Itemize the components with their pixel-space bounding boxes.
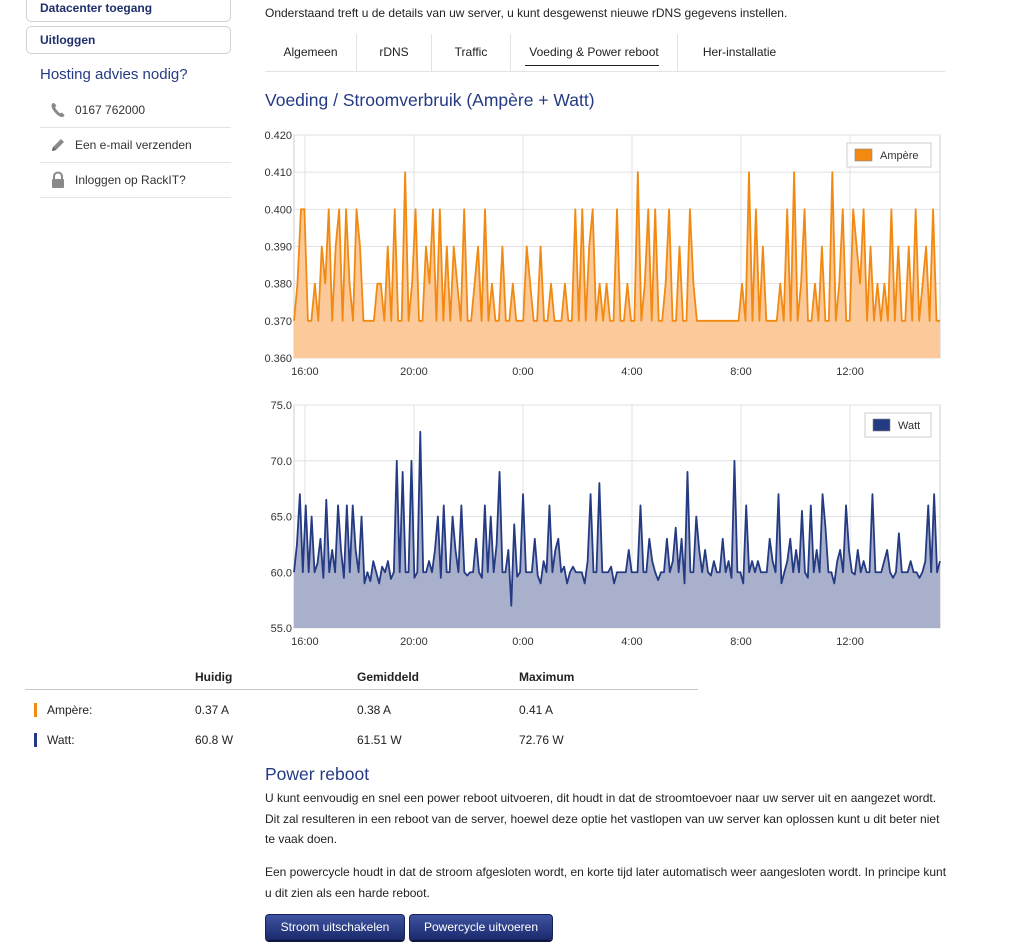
watt-y-tick-label: 65.0 (271, 512, 292, 524)
stats-ampere-average: 0.38 A (357, 703, 392, 717)
watt-x-tick-label: 8:00 (730, 636, 751, 648)
ampere-x-tick-label: 4:00 (621, 366, 642, 378)
power-reboot-text-line: te vaak doen. (265, 832, 338, 846)
ampere-y-tick-label: 0.400 (264, 204, 292, 216)
hosting-advice-title: Hosting advies nodig? (40, 66, 188, 83)
stats-ampere-maximum: 0.41 A (519, 703, 554, 717)
watt-y-tick-label: 75.0 (271, 400, 292, 412)
watt-y-tick-label: 55.0 (271, 623, 292, 635)
powercycle-button[interactable]: Powercycle uitvoeren (409, 914, 553, 940)
ampere-y-tick-label: 0.370 (264, 316, 292, 328)
powercycle-text-line: Een powercycle houdt in dat de stroom af… (265, 865, 947, 879)
powercycle-text-line: u dit zien als een harde reboot. (265, 885, 430, 900)
ampere-x-tick-label: 20:00 (400, 366, 428, 378)
ampere-y-tick-label: 0.410 (264, 167, 292, 179)
ampere-legend-label: Ampère (880, 150, 919, 162)
stats-row-ampere: Ampère: 0.37 A 0.38 A 0.41 A (25, 693, 698, 723)
watt-y-tick-label: 60.0 (271, 567, 292, 579)
watt-x-tick-label: 4:00 (621, 636, 642, 648)
contact-email[interactable]: Een e-mail verzenden (40, 128, 231, 163)
ampere-chart: 0.420 0.410 0.400 0.390 0.380 0.370 0.36016:00… (264, 130, 941, 378)
power-stats-table: Huidig Gemiddeld Maximum Ampère: 0.37 A … (25, 664, 698, 753)
watt-y-tick-label: 70.0 (271, 456, 292, 468)
power-reboot-text-line: Dit zal resulteren in een reboot van de … (265, 811, 940, 826)
power-off-button[interactable]: Stroom uitschakelen (265, 914, 405, 940)
ampere-y-tick-label: 0.360 (264, 353, 292, 365)
contact-rackit[interactable]: Inloggen op RackIT? (40, 163, 231, 198)
power-reboot-title: Power reboot (265, 764, 370, 784)
watt-legend-swatch (872, 418, 891, 432)
contact-email-label: Een e-mail verzenden (75, 137, 192, 152)
watt-chart-container: 75.0 70.0 65.0 60.0 55.0 16:00 20:00 0:00 4:00 8:… (245, 394, 950, 659)
stats-header-maximum: Maximum (519, 670, 575, 684)
stats-row-watt: Watt: 60.8 W 61.51 W 72.76 W (25, 723, 698, 753)
stats-header-row: Huidig Gemiddeld Maximum (25, 664, 698, 690)
server-tabs: Algemeen rDNS Traffic Voeding & Power re… (265, 34, 945, 72)
sidebar: Datacenter toegang Uitloggen Hosting adv… (26, 0, 231, 198)
ampere-x-tick-label: 0:00 (512, 366, 533, 378)
watt-legend-label: Watt (898, 420, 920, 432)
watt-swatch (34, 733, 37, 747)
hosting-advice-panel: Hosting advies nodig? 0167 762000 Een e-… (40, 66, 231, 198)
power-usage-title: Voeding / Stroomverbruik (Ampère + Watt) (265, 90, 595, 110)
pencil-icon (40, 136, 75, 154)
contact-rackit-label: Inloggen op RackIT? (75, 172, 186, 187)
contact-phone[interactable]: 0167 762000 (40, 93, 231, 128)
ampere-y-tick-label: 0.420 (264, 130, 292, 142)
tab-voeding-power-reboot[interactable]: Voeding & Power reboot (511, 34, 678, 72)
watt-x-tick-label: 16:00 (291, 636, 319, 648)
tab-rdns[interactable]: rDNS (357, 34, 432, 72)
watt-x-tick-label: 0:00 (512, 636, 533, 648)
intro-text: Onderstaand treft u de details van uw se… (265, 6, 788, 20)
watt-x-tick-label: 20:00 (400, 636, 428, 648)
power-reboot-text-line: U kunt eenvoudig en snel een power reboo… (265, 791, 937, 805)
ampere-chart-container: 0.420 0.410 0.400 0.390 0.380 0.370 0.360 16:00… (245, 124, 950, 389)
lock-icon (40, 171, 75, 189)
ampere-y-tick-label: 0.380 (264, 279, 292, 291)
contact-phone-label: 0167 762000 (75, 102, 146, 117)
powercycle-description: Een powercycle houdt in dat de stroom af… (265, 862, 950, 903)
ampere-legend-swatch (854, 148, 873, 162)
stats-header-average: Gemiddeld (357, 670, 420, 684)
tab-her-installatie[interactable]: Her-installatie (678, 34, 801, 72)
ampere-x-tick-label: 12:00 (836, 366, 864, 378)
watt-x-tick-label: 12:00 (836, 636, 864, 648)
ampere-x-tick-label: 8:00 (730, 366, 751, 378)
tab-algemeen[interactable]: Algemeen (265, 34, 357, 72)
stats-watt-current: 60.8 W (195, 733, 234, 747)
tab-traffic[interactable]: Traffic (432, 34, 511, 72)
ampere-y-tick-label: 0.390 (264, 242, 292, 254)
stats-watt-maximum: 72.76 W (519, 733, 564, 747)
stats-watt-label: Watt: (47, 733, 75, 747)
phone-icon (40, 101, 75, 119)
datacenter-access-button[interactable]: Datacenter toegang (26, 0, 231, 22)
stats-header-current: Huidig (195, 670, 233, 684)
logout-button[interactable]: Uitloggen (26, 26, 231, 54)
ampere-x-tick-label: 16:00 (291, 366, 319, 378)
stats-ampere-label: Ampère: (47, 703, 93, 717)
stats-watt-average: 61.51 W (357, 733, 402, 747)
power-reboot-description: U kunt eenvoudig en snel een power reboo… (265, 788, 950, 850)
watt-chart: 75.0 70.0 65.0 60.0 55.016:00 20:00 0:00 4:00 8:… (271, 400, 941, 648)
stats-ampere-current: 0.37 A (195, 703, 230, 717)
ampere-swatch (34, 703, 37, 717)
